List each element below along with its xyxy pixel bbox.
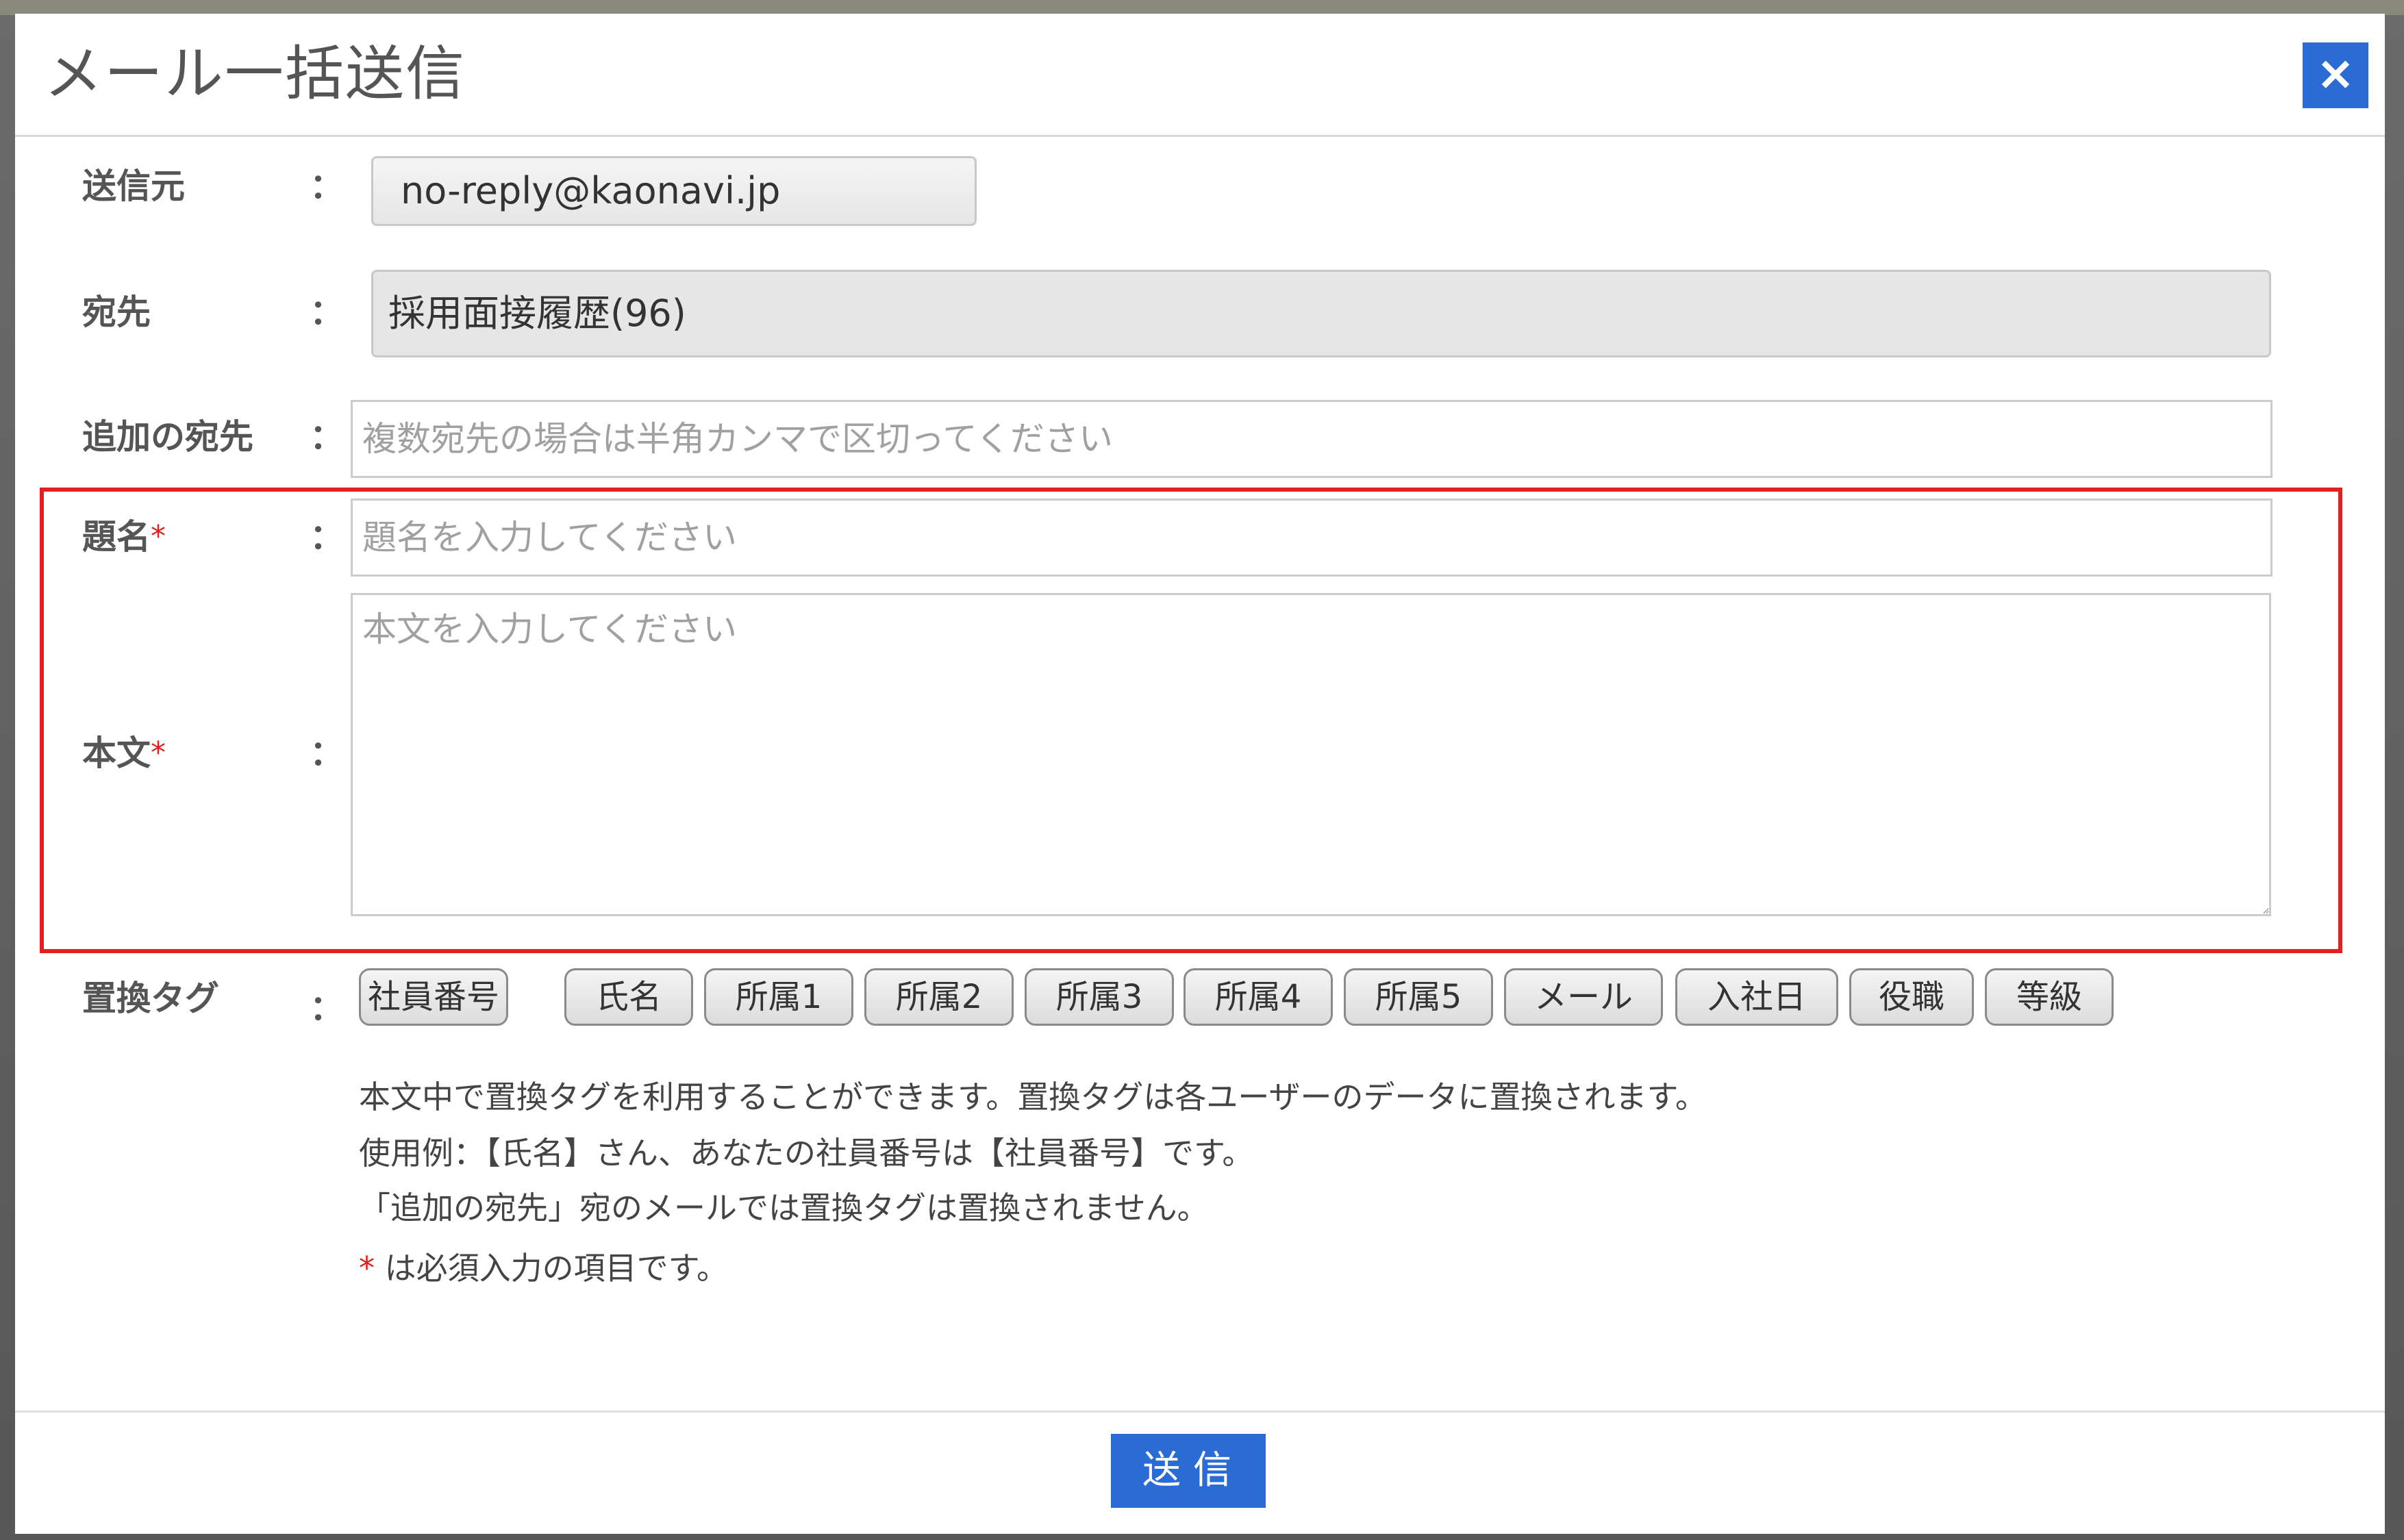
tag-button-dept3[interactable]: 所属3 bbox=[1025, 968, 1174, 1026]
replace-tags-colon: ： bbox=[310, 988, 344, 1028]
recipient-label: 宛先 bbox=[82, 292, 151, 332]
tag-button-dept1[interactable]: 所属1 bbox=[704, 968, 853, 1026]
sender-colon: ： bbox=[310, 166, 344, 206]
body-textarea[interactable] bbox=[351, 593, 2271, 916]
required-note-mark: * bbox=[359, 1250, 375, 1287]
dialog-header: メール一括送信 ✕ bbox=[15, 14, 2385, 137]
tag-button-mail[interactable]: メール bbox=[1504, 968, 1663, 1026]
replace-tags-label: 置換タグ bbox=[82, 979, 219, 1018]
additional-recipient-colon: ： bbox=[310, 417, 344, 457]
recipient-colon: ： bbox=[310, 292, 344, 332]
subject-required-mark: * bbox=[151, 519, 166, 554]
tag-button-employee-number[interactable]: 社員番号 bbox=[359, 968, 508, 1026]
additional-recipient-input[interactable] bbox=[351, 400, 2272, 478]
tag-button-dept2[interactable]: 所属2 bbox=[864, 968, 1014, 1026]
recipient-field: 採用面接履歴(96) bbox=[371, 270, 2271, 357]
sender-field[interactable]: no-reply@kaonavi.jp bbox=[371, 156, 977, 226]
required-note-text: は必須入力の項目です。 bbox=[375, 1250, 729, 1287]
tag-button-position[interactable]: 役職 bbox=[1849, 968, 1974, 1026]
help-text-line3: 「追加の宛先」宛のメールでは置換タグは置換されません。 bbox=[359, 1189, 1209, 1226]
subject-colon: ： bbox=[310, 517, 344, 557]
subject-label-text: 題名 bbox=[82, 517, 151, 557]
send-button[interactable]: 送信 bbox=[1111, 1434, 1266, 1508]
help-text-line2: 使用例：【氏名】さん、あなたの社員番号は【社員番号】です。 bbox=[359, 1135, 1254, 1172]
close-button[interactable]: ✕ bbox=[2303, 42, 2368, 108]
additional-recipient-label: 追加の宛先 bbox=[82, 417, 253, 457]
bulk-mail-dialog: メール一括送信 ✕ 送信元 ： no-reply@kaonavi.jp 宛先 ：… bbox=[15, 14, 2385, 1534]
tag-button-dept5[interactable]: 所属5 bbox=[1344, 968, 1493, 1026]
body-colon: ： bbox=[310, 733, 344, 773]
help-text-required-note: * は必須入力の項目です。 bbox=[359, 1248, 728, 1289]
close-icon: ✕ bbox=[2317, 51, 2354, 100]
body-label: 本文* bbox=[82, 733, 166, 774]
backdrop-strip bbox=[0, 0, 2404, 15]
body-required-mark: * bbox=[151, 735, 166, 770]
tag-button-grade[interactable]: 等級 bbox=[1985, 968, 2114, 1026]
subject-label: 題名* bbox=[82, 516, 166, 557]
footer-divider bbox=[15, 1411, 2385, 1413]
subject-input[interactable] bbox=[351, 498, 2272, 577]
tag-button-dept4[interactable]: 所属4 bbox=[1184, 968, 1333, 1026]
tag-button-name[interactable]: 氏名 bbox=[564, 968, 693, 1026]
body-label-text: 本文 bbox=[82, 733, 151, 773]
help-text-line1: 本文中で置換タグを利用することができます。置換タグは各ユーザーのデータに置換され… bbox=[359, 1078, 1707, 1115]
dialog-title: メール一括送信 bbox=[44, 40, 466, 108]
sender-label: 送信元 bbox=[82, 166, 185, 206]
tag-button-join-date[interactable]: 入社日 bbox=[1675, 968, 1838, 1026]
